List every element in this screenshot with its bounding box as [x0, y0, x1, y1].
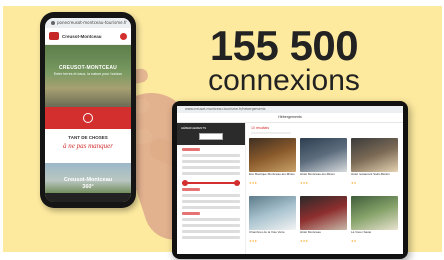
results-area: 10 résultats Eco Boutique Montceau-les-M… [249, 123, 401, 254]
photo-caption-line2: 360° [82, 184, 94, 190]
menu-icon[interactable] [120, 32, 127, 40]
connections-label: connexions [208, 64, 360, 97]
listing-photo[interactable] [351, 138, 398, 172]
listing-card[interactable]: Hôtel Montceau-les-Mines ★★★ [300, 138, 347, 190]
filter-option[interactable] [182, 230, 240, 233]
listing-name[interactable]: La Vieux Saule [351, 231, 398, 239]
phone-red-band [45, 107, 131, 129]
phone-nav-bar [45, 193, 131, 202]
laptop-url-text: www.creusot-montceau-tourisme.fr/heberge… [185, 107, 266, 111]
laptop-site-header: Hébergements [177, 113, 403, 123]
laptop-body: HÉBERGEMENTS 10 résultats Eco Boutique M… [177, 123, 403, 254]
filter-option[interactable] [182, 218, 240, 221]
slider-handle-min[interactable] [182, 180, 188, 186]
listing-name[interactable]: Hôtel Montceau [300, 231, 347, 239]
price-slider[interactable] [182, 180, 240, 186]
laptop-page-title: Hébergements [278, 115, 302, 119]
listing-stars: ★★ [351, 181, 357, 185]
sidebar-title: HÉBERGEMENTS [181, 126, 207, 130]
phone-hero: CREUSOT-MONTCEAU Entre terres et eaux, l… [45, 45, 131, 107]
listing-card[interactable]: Hôtel Montceau ★★★ [300, 196, 347, 248]
listing-card[interactable]: Eco Boutique Montceau-les-Mines ★★★ [249, 138, 296, 190]
phone-hero-title: CREUSOT-MONTCEAU [59, 65, 117, 71]
listing-stars: ★★ [351, 239, 357, 243]
listing-stars: ★★★ [300, 239, 309, 243]
photo-caption: Creusot-Montceau 360° [45, 177, 131, 191]
things-title: TANT DE CHOSES [68, 135, 108, 140]
slider-track [182, 182, 240, 184]
phone-site-header: Creusot-Montceau [45, 28, 131, 45]
phone-hero-subtitle: Entre terres et eaux, la nature pour hor… [53, 72, 123, 76]
filter-heading [182, 148, 200, 151]
listing-photo[interactable] [300, 138, 347, 172]
phone-url-bar[interactable]: ponecreusot-montceau-tourisme.fr [45, 18, 131, 28]
filter-option[interactable] [182, 172, 240, 175]
things-section: TANT DE CHOSES à ne pas manquer [45, 129, 131, 163]
connections-count: 155 500 [209, 22, 359, 69]
sidebar-header: HÉBERGEMENTS [177, 123, 245, 145]
lock-icon [51, 21, 55, 25]
filter-sidebar: HÉBERGEMENTS [177, 123, 246, 254]
filter-option[interactable] [182, 166, 240, 169]
listing-stars: ★★★ [249, 181, 258, 185]
filter-option[interactable] [182, 236, 240, 239]
filter-option[interactable] [182, 200, 240, 203]
listing-photo[interactable] [249, 196, 296, 230]
listing-card[interactable]: La Vieux Saule ★★ [351, 196, 398, 248]
phone-site-title: Creusot-Montceau [62, 33, 102, 39]
phone-screen: ponecreusot-montceau-tourisme.fr Creusot… [45, 18, 131, 202]
things-accent: à ne pas manquer [63, 142, 113, 150]
results-count: 10 résultats [251, 126, 270, 130]
listing-name[interactable]: Eco Boutique Montceau-les-Mines [249, 173, 296, 181]
listing-card[interactable]: Chambres de la Voie Verte ★★★ [249, 196, 296, 248]
site-logo[interactable] [49, 32, 59, 40]
sort-bar[interactable] [251, 132, 291, 134]
favorite-icon[interactable] [83, 113, 93, 123]
results-grid: Eco Boutique Montceau-les-Mines ★★★ Hôte… [249, 138, 401, 248]
filter-option[interactable] [182, 160, 240, 163]
phone-url-text: ponecreusot-montceau-tourisme.fr [57, 20, 127, 25]
headline: 155 500 connexions [189, 24, 379, 96]
laptop-device: www.creusot-montceau-tourisme.fr/heberge… [172, 101, 408, 259]
listing-name[interactable]: Hôtel Montceau-les-Mines [300, 173, 347, 181]
laptop-screen: www.creusot-montceau-tourisme.fr/heberge… [177, 106, 403, 254]
listing-photo[interactable] [351, 196, 398, 230]
listing-stars: ★★★ [300, 181, 309, 185]
listing-stars: ★★★ [249, 239, 258, 243]
filter-option[interactable] [182, 206, 240, 209]
listing-name[interactable]: Hôtel restaurant Saint-Bérain [351, 173, 398, 181]
laptop-url-bar[interactable]: www.creusot-montceau-tourisme.fr/heberge… [177, 106, 403, 113]
filter-button[interactable] [199, 133, 223, 140]
filter-heading [182, 188, 200, 191]
slider-handle-max[interactable] [234, 180, 240, 186]
filter-option[interactable] [182, 224, 240, 227]
photo-caption-line1: Creusot-Montceau [63, 177, 113, 183]
filter-heading [182, 212, 200, 215]
filter-option[interactable] [182, 194, 240, 197]
listing-photo[interactable] [300, 196, 347, 230]
listing-name[interactable]: Chambres de la Voie Verte [249, 231, 296, 239]
filter-option[interactable] [182, 154, 240, 157]
listing-photo[interactable] [249, 138, 296, 172]
listing-card[interactable]: Hôtel restaurant Saint-Bérain ★★ [351, 138, 398, 190]
smartphone: ponecreusot-montceau-tourisme.fr Creusot… [40, 12, 136, 208]
